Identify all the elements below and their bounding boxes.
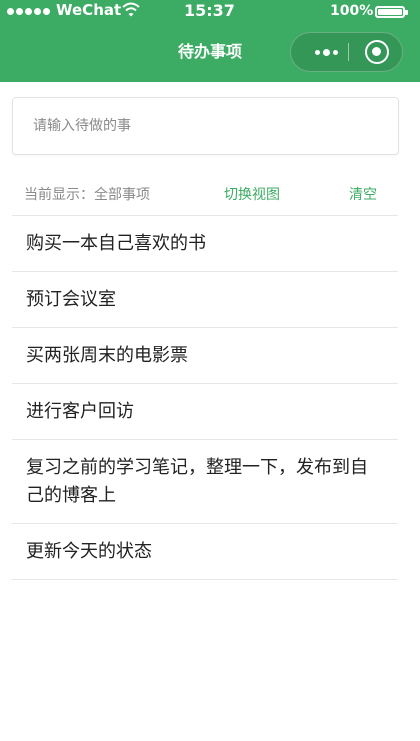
battery-icon bbox=[375, 6, 408, 18]
more-dots-icon[interactable] bbox=[305, 33, 347, 71]
todo-item[interactable]: 进行客户回访 bbox=[12, 384, 398, 440]
status-time: 15:37 bbox=[184, 1, 235, 20]
todo-input-box bbox=[12, 97, 399, 155]
todo-item[interactable]: 复习之前的学习笔记，整理一下，发布到自己的博客上 bbox=[12, 440, 398, 524]
current-view-label: 当前显示：全部事项 bbox=[24, 187, 150, 203]
todo-list: 购买一本自己喜欢的书 预订会议室 买两张周末的电影票 进行客户回访 复习之前的学… bbox=[12, 215, 398, 580]
todo-item[interactable]: 买两张周末的电影票 bbox=[12, 328, 398, 384]
capsule-divider bbox=[348, 43, 349, 61]
todo-input[interactable] bbox=[13, 98, 398, 154]
close-circle-icon[interactable] bbox=[365, 40, 389, 64]
todo-screen: WeChat 15:37 100% 待办事项 当前显示：全部事项 bbox=[0, 0, 420, 741]
toolbar: 当前显示：全部事项 切换视图 清空 bbox=[24, 184, 384, 206]
todo-item[interactable]: 预订会议室 bbox=[12, 272, 398, 328]
wifi-icon bbox=[122, 2, 140, 17]
mini-program-capsule bbox=[290, 32, 403, 72]
switch-view-button[interactable]: 切换视图 bbox=[224, 184, 280, 206]
signal-dots-icon bbox=[7, 8, 50, 15]
todo-item[interactable]: 更新今天的状态 bbox=[12, 524, 398, 580]
status-bar: WeChat 15:37 100% bbox=[0, 0, 420, 24]
header: WeChat 15:37 100% 待办事项 bbox=[0, 0, 420, 82]
todo-item[interactable]: 购买一本自己喜欢的书 bbox=[12, 216, 398, 272]
clear-button[interactable]: 清空 bbox=[349, 184, 377, 206]
carrier-name: WeChat bbox=[56, 1, 122, 19]
battery-percent: 100% bbox=[330, 3, 374, 19]
